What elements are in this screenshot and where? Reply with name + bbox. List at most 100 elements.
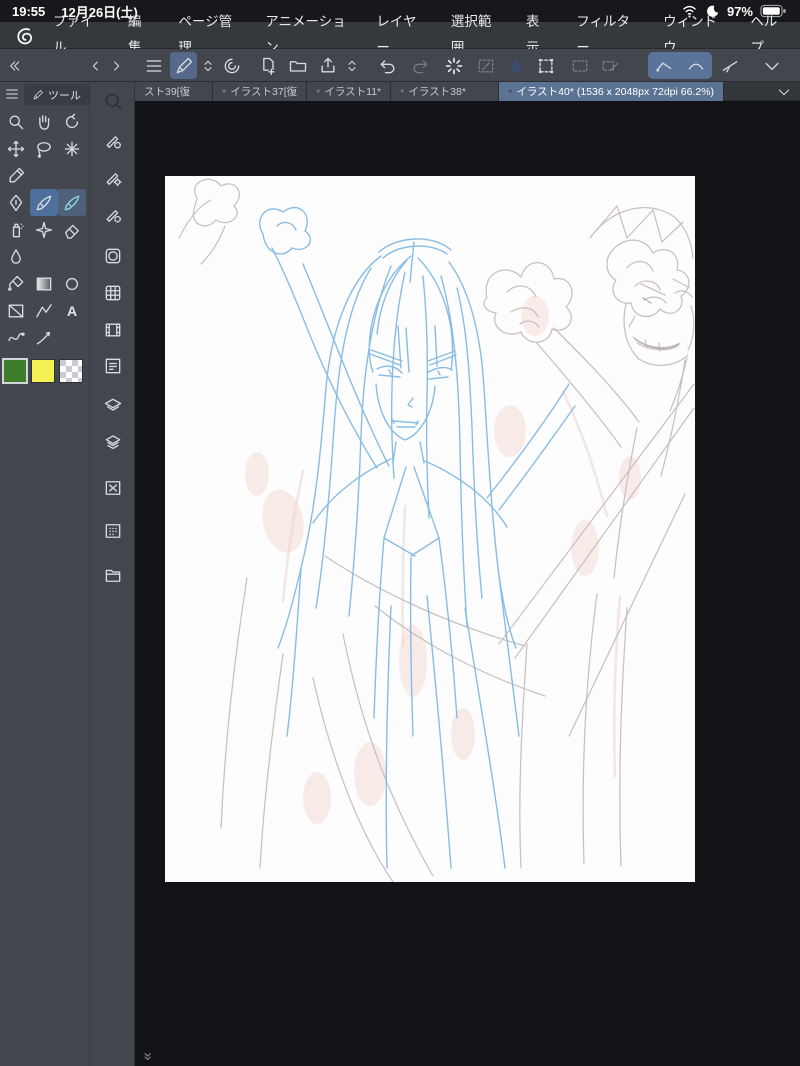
chevron-right-icon [114,60,120,71]
pen-circle-icon [105,209,121,222]
chevron-down-icon [778,88,790,95]
tool-spray[interactable] [2,216,30,243]
document-tab-4[interactable]: ● イラスト38* [391,82,500,101]
canvas-area[interactable]: « [135,101,800,1066]
tool-ruler[interactable] [30,297,58,324]
bottom-expand-chevron[interactable]: « [139,1052,156,1060]
clip-studio-paint-window: 19:55 12月26日(土) 97% ファイル 編集 ページ管理 アニメーショ… [0,0,800,1066]
tool-lasso-select[interactable] [30,135,58,162]
undo-button[interactable] [374,52,401,79]
modified-dot: ● [400,88,405,95]
edit-mode-button[interactable] [170,52,197,79]
tool-property-button[interactable] [100,165,125,190]
pen-edit-icon [176,57,192,73]
tool-fill-bucket[interactable] [2,270,30,297]
clip-studio-open-button[interactable] [218,52,245,79]
tool-airbrush-selected[interactable] [30,189,58,216]
object-tool-button[interactable] [472,52,499,79]
object-pen-icon [478,59,493,72]
document-tab-5-active[interactable]: ● イラスト40* (1536 x 2048px 72dpi 66.2%) [499,82,725,101]
tool-watercolor-brush[interactable] [58,189,86,216]
clip-studio-logo-icon[interactable] [14,25,34,45]
file-stepper[interactable] [342,52,362,79]
frame-icon [8,303,24,318]
transform-button[interactable] [532,52,559,79]
export-button[interactable] [314,52,341,79]
tool-figure[interactable] [58,270,86,297]
open-file-button[interactable] [284,52,311,79]
tool-move-layer[interactable] [2,135,30,162]
sub-color-swatch[interactable] [31,359,55,383]
folder-icon [289,60,306,72]
snap-ruler-button[interactable] [650,52,677,79]
magnifier-icon [105,93,121,109]
main-color-swatch[interactable] [2,358,28,384]
new-canvas-button[interactable] [254,52,281,79]
paint-bucket-icon [8,275,24,291]
mode-stepper[interactable] [198,52,218,79]
material-panel-button[interactable] [100,475,125,500]
transparent-color-swatch[interactable] [59,359,83,383]
tool-decoration[interactable] [30,216,58,243]
subpanel-collapse-button[interactable] [86,52,106,79]
selection-rect-button[interactable] [566,52,593,79]
snap-curve-button[interactable] [682,52,709,79]
film-strip-icon [105,322,120,337]
rotate-icon [65,113,79,128]
tool-text[interactable]: A [58,297,86,324]
subtool-nav-button[interactable] [100,88,125,113]
document-tab-1[interactable]: スト39[復 [135,82,213,101]
pen-badge-icon [105,135,121,148]
blend-color-button[interactable] [502,52,529,79]
tab-label: スト39[復 [144,86,191,98]
tool-correct-line[interactable] [2,324,30,351]
subtool-detail-button[interactable] [100,353,125,378]
redo-button[interactable] [406,52,433,79]
tool-frame-border[interactable] [2,297,30,324]
hand-icon [39,114,50,130]
tool-line-fix[interactable] [30,324,58,351]
panel-menu-icon[interactable] [4,86,20,102]
canvas-artwork[interactable] [165,176,695,882]
tool-eraser[interactable] [58,216,86,243]
tool-pen[interactable] [2,189,30,216]
tab-list-button[interactable] [772,82,796,101]
command-bar [0,49,800,82]
drawing-paper[interactable] [165,176,695,882]
layer-property-button[interactable] [100,393,125,418]
navigator-panel-button[interactable] [100,562,125,587]
layer-panel-button[interactable] [100,430,125,455]
tool-rotate-canvas[interactable] [58,108,86,135]
swirl-icon [224,58,239,73]
tool-hand[interactable] [30,108,58,135]
wand-star-icon [64,141,80,156]
main-menu-button[interactable] [140,52,167,79]
timeline-button[interactable] [100,317,125,342]
tab-label: イラスト38* [408,86,466,98]
tab-label: イラスト40* (1536 x 2048px 72dpi 66.2%) [516,86,715,98]
selection-pen-icon [602,60,618,71]
brush-size-button[interactable] [100,202,125,227]
tool-blend[interactable] [2,243,30,270]
tool-panel-collapse-button[interactable] [4,52,24,79]
toolbar-overflow-button[interactable] [752,52,792,79]
selection-pen-button[interactable] [596,52,623,79]
color-wheel-button[interactable] [100,243,125,268]
modified-dot: ● [508,88,513,95]
teal-brush-icon [64,195,80,210]
subpanel-expand-button[interactable] [106,52,126,79]
document-tab-2[interactable]: ● イラスト37[復 [213,82,308,101]
tool-panel-title: ツール [48,89,81,102]
tool-gradient[interactable] [30,270,58,297]
list-icon [105,358,120,373]
snap-line-button[interactable] [716,52,743,79]
document-tab-3[interactable]: ● イラスト11* [307,82,392,101]
subtool-panel-button[interactable] [100,128,125,153]
tool-eyedropper[interactable] [2,162,30,189]
tool-panel-tab[interactable]: ツール [24,84,89,105]
tone-panel-button[interactable] [100,518,125,543]
processing-indicator [440,52,467,79]
color-set-button[interactable] [100,280,125,305]
tool-zoom[interactable] [2,108,30,135]
tool-auto-select[interactable] [58,135,86,162]
